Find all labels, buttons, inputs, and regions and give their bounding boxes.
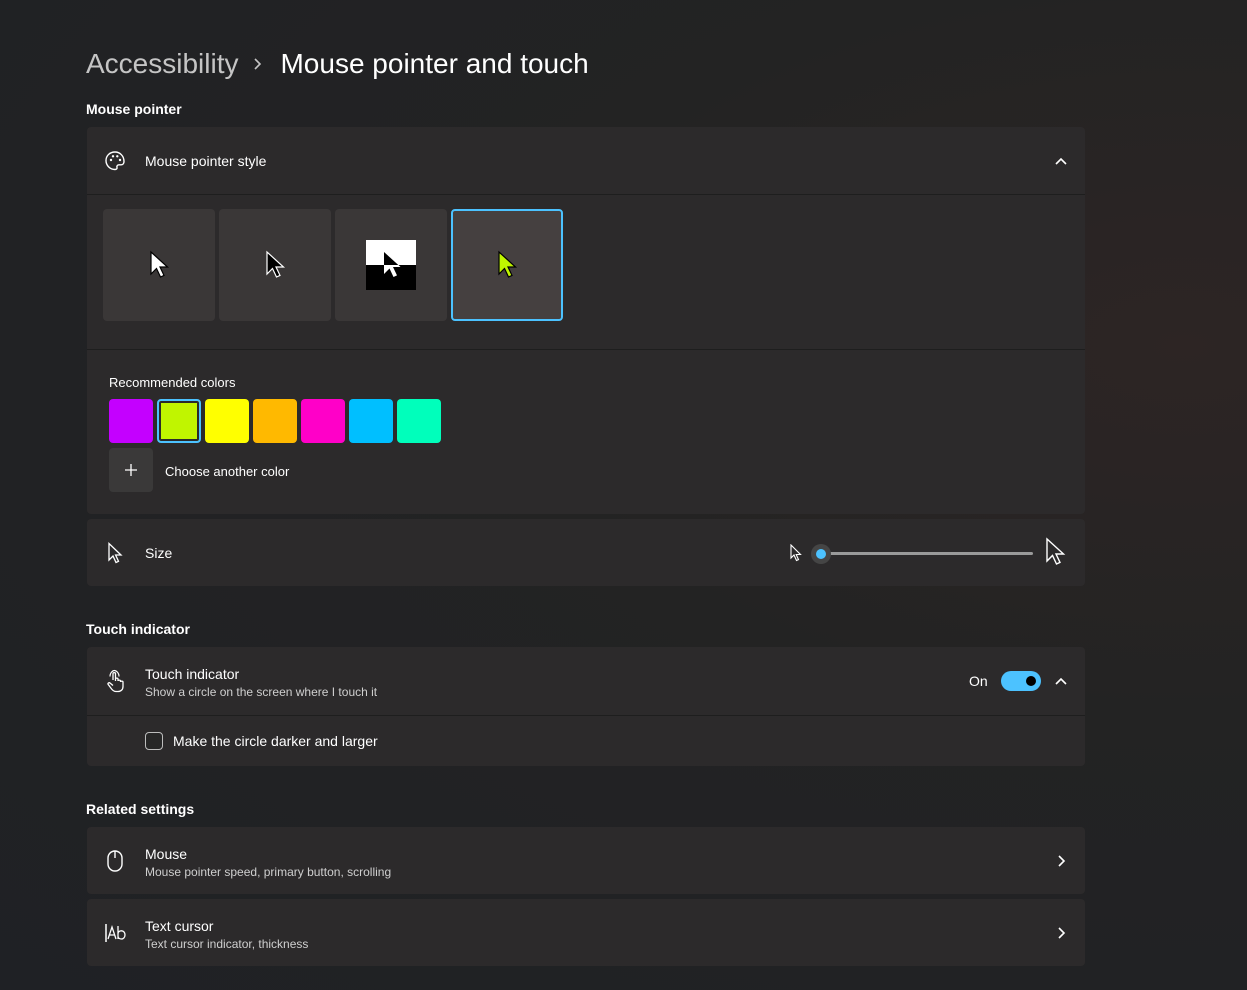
mouse-pointer-style-card: Mouse pointer style Recommended colors C… — [87, 127, 1085, 514]
pointer-style-custom[interactable] — [451, 209, 563, 321]
size-slider-thumb[interactable] — [811, 544, 831, 564]
chevron-up-icon[interactable] — [1051, 671, 1071, 691]
custom-color-cursor-icon — [498, 250, 518, 278]
choose-color-button[interactable] — [109, 448, 153, 492]
mouse-icon — [103, 849, 127, 873]
chevron-right-icon — [252, 57, 264, 71]
related-text-cursor-subtitle: Text cursor indicator, thickness — [145, 937, 309, 951]
swatch-purple[interactable] — [109, 399, 153, 443]
touch-indicator-title: Touch indicator — [145, 666, 240, 682]
pointer-style-white[interactable] — [103, 209, 215, 321]
size-label: Size — [145, 545, 173, 561]
large-pointer-icon — [1044, 537, 1066, 572]
swatch-green[interactable] — [397, 399, 441, 443]
pointer-icon — [103, 541, 127, 565]
related-mouse-subtitle: Mouse pointer speed, primary button, scr… — [145, 865, 392, 879]
section-title-related-settings: Related settings — [86, 801, 195, 817]
touch-indicator-header[interactable]: Touch indicator Show a circle on the scr… — [87, 647, 1085, 715]
touch-indicator-toggle[interactable] — [1001, 671, 1041, 691]
size-slider-track[interactable] — [823, 552, 1033, 555]
plus-icon — [125, 464, 137, 476]
touch-icon — [103, 669, 127, 693]
choose-another-color-label[interactable]: Choose another color — [165, 464, 289, 479]
darker-circle-label[interactable]: Make the circle darker and larger — [173, 733, 378, 749]
divider — [87, 349, 1085, 350]
size-card: Size — [87, 519, 1085, 586]
darker-circle-checkbox[interactable] — [145, 732, 163, 750]
touch-indicator-subtitle: Show a circle on the screen where I touc… — [145, 685, 378, 699]
chevron-up-icon[interactable] — [1051, 151, 1071, 171]
white-cursor-icon — [150, 250, 170, 278]
black-cursor-icon — [266, 250, 286, 278]
related-text-cursor-item[interactable]: Text cursor Text cursor indicator, thick… — [87, 899, 1085, 966]
swatch-yellow[interactable] — [205, 399, 249, 443]
section-title-touch-indicator: Touch indicator — [86, 621, 190, 637]
breadcrumb: Accessibility Mouse pointer and touch — [86, 44, 589, 84]
inverted-cursor-icon — [366, 240, 416, 290]
swatch-lime[interactable] — [157, 399, 201, 443]
recommended-colors-label: Recommended colors — [109, 375, 236, 390]
chevron-right-icon — [1051, 851, 1071, 871]
related-mouse-title: Mouse — [145, 846, 188, 862]
text-cursor-icon — [103, 921, 129, 945]
pointer-style-inverted[interactable] — [335, 209, 447, 321]
palette-icon — [103, 149, 127, 173]
swatch-gold[interactable] — [253, 399, 297, 443]
divider — [87, 194, 1085, 195]
pointer-style-black[interactable] — [219, 209, 331, 321]
swatch-pink[interactable] — [301, 399, 345, 443]
related-text-cursor-title: Text cursor — [145, 918, 214, 934]
mouse-pointer-style-title: Mouse pointer style — [145, 153, 267, 169]
breadcrumb-parent-link[interactable]: Accessibility — [86, 48, 238, 80]
touch-indicator-card: Touch indicator Show a circle on the scr… — [87, 647, 1085, 766]
toggle-state-label: On — [969, 673, 988, 689]
section-title-mouse-pointer: Mouse pointer — [86, 101, 182, 117]
small-pointer-icon — [789, 543, 803, 567]
related-mouse-item[interactable]: Mouse Mouse pointer speed, primary butto… — [87, 827, 1085, 894]
chevron-right-icon — [1051, 923, 1071, 943]
darker-circle-row: Make the circle darker and larger — [87, 716, 1085, 766]
page-title: Mouse pointer and touch — [280, 48, 589, 79]
mouse-pointer-style-header[interactable]: Mouse pointer style — [87, 127, 1085, 194]
swatch-turquoise[interactable] — [349, 399, 393, 443]
